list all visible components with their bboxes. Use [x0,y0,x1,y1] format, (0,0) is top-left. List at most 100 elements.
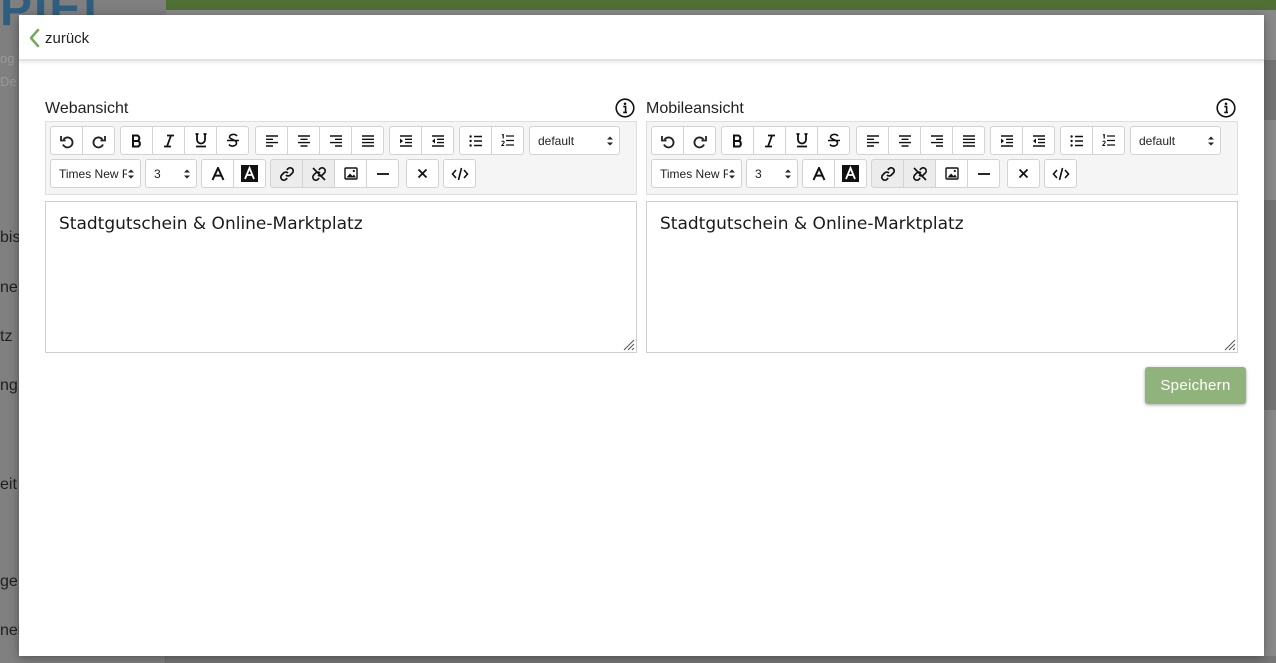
underline-button[interactable] [184,126,217,155]
image-button[interactable] [334,159,367,188]
font-family-select[interactable]: Times New R [50,159,141,188]
bold-button[interactable] [721,126,754,155]
horizontal-rule-button[interactable] [366,159,399,188]
align-center-button[interactable] [888,126,921,155]
align-left-icon [265,134,278,147]
outdent-button[interactable] [1022,126,1055,155]
background-color-icon [842,165,859,182]
underline-button[interactable] [785,126,818,155]
indent-button[interactable] [990,126,1023,155]
background-color-button[interactable] [834,159,867,188]
indent-button[interactable] [389,126,422,155]
bullet-list-button[interactable] [1060,126,1093,155]
text-color-icon [812,166,825,180]
chevron-left-icon [29,28,40,48]
background-sidebar-fragment: tz [0,328,13,345]
background-content-strip [1264,60,1276,120]
outdent-button[interactable] [421,126,454,155]
remove-format-button[interactable] [406,159,439,188]
unlink-button[interactable] [302,159,335,188]
info-icon[interactable] [615,98,635,118]
select-arrows-icon [184,169,190,179]
numbered-list-button[interactable] [491,126,524,155]
strikethrough-button[interactable] [216,126,249,155]
select-arrows-icon [728,168,736,180]
format-select-value: default [1139,133,1176,148]
bullet-list-button[interactable] [459,126,492,155]
editor-content-area[interactable]: Stadtgutschein & Online-Marktplatz [646,201,1238,353]
link-icon [279,166,294,181]
align-center-button[interactable] [287,126,320,155]
remove-format-button[interactable] [1007,159,1040,188]
save-button[interactable]: Speichern [1145,367,1246,404]
image-button[interactable] [935,159,968,188]
italic-icon [764,134,775,147]
back-button[interactable]: zurück [28,27,89,49]
redo-button[interactable] [82,126,115,155]
horizontal-rule-button[interactable] [967,159,1000,188]
format-select[interactable]: default [529,126,620,155]
info-icon[interactable] [1216,98,1236,118]
source-code-icon [450,167,469,180]
select-arrows-icon [1208,136,1214,146]
bold-icon [131,134,141,147]
strikethrough-button[interactable] [817,126,850,155]
align-right-button[interactable] [920,126,953,155]
redo-button[interactable] [683,126,716,155]
remove-format-icon [1018,168,1029,179]
background-sidebar-fragment: ge [0,573,18,590]
text-color-button[interactable] [802,159,835,188]
editor-toolbar: default Times New R 3 [646,121,1238,195]
image-icon [343,167,358,180]
background-color-button[interactable] [233,159,266,188]
align-left-button[interactable] [856,126,889,155]
align-left-button[interactable] [255,126,288,155]
background-footer-strip [166,656,1276,663]
source-code-button[interactable] [443,159,476,188]
align-justify-icon [361,134,374,147]
editor-content-area[interactable]: Stadtgutschein & Online-Marktplatz [45,201,637,353]
undo-button[interactable] [50,126,83,155]
align-left-icon [866,134,879,147]
bold-button[interactable] [120,126,153,155]
link-button[interactable] [270,159,303,188]
source-code-button[interactable] [1044,159,1077,188]
select-arrows-icon [785,169,791,179]
font-size-select[interactable]: 3 [145,159,197,188]
align-justify-button[interactable] [351,126,384,155]
italic-button[interactable] [152,126,185,155]
undo-button[interactable] [651,126,684,155]
align-right-icon [329,134,342,147]
strikethrough-icon [226,133,239,147]
back-label: zurück [45,29,90,47]
background-content-strip [1264,200,1276,410]
italic-button[interactable] [753,126,786,155]
font-size-select[interactable]: 3 [746,159,798,188]
resize-handle-icon[interactable] [621,337,635,351]
numbered-list-icon [500,134,514,146]
align-justify-button[interactable] [952,126,985,155]
indent-icon [399,134,412,147]
outdent-icon [431,134,444,147]
format-select[interactable]: default [1130,126,1221,155]
source-code-icon [1051,167,1070,180]
font-family-select-value: Times New R [59,166,131,181]
resize-handle-icon[interactable] [1222,337,1236,351]
select-arrows-icon [607,136,613,146]
font-family-select[interactable]: Times New R [651,159,742,188]
background-sidebar-fragment: bis [0,229,21,246]
text-color-button[interactable] [201,159,234,188]
image-icon [944,167,959,180]
unlink-icon [311,166,326,181]
strikethrough-icon [827,133,840,147]
align-right-button[interactable] [319,126,352,155]
redo-icon [92,135,106,148]
unlink-button[interactable] [903,159,936,188]
outdent-icon [1032,134,1045,147]
background-sidebar-fragment: eit [0,476,17,493]
numbered-list-button[interactable] [1092,126,1125,155]
link-button[interactable] [871,159,904,188]
text-color-icon [211,166,224,180]
modal-header: zurück [19,15,1264,61]
font-family-select-value: Times New R [660,166,732,181]
